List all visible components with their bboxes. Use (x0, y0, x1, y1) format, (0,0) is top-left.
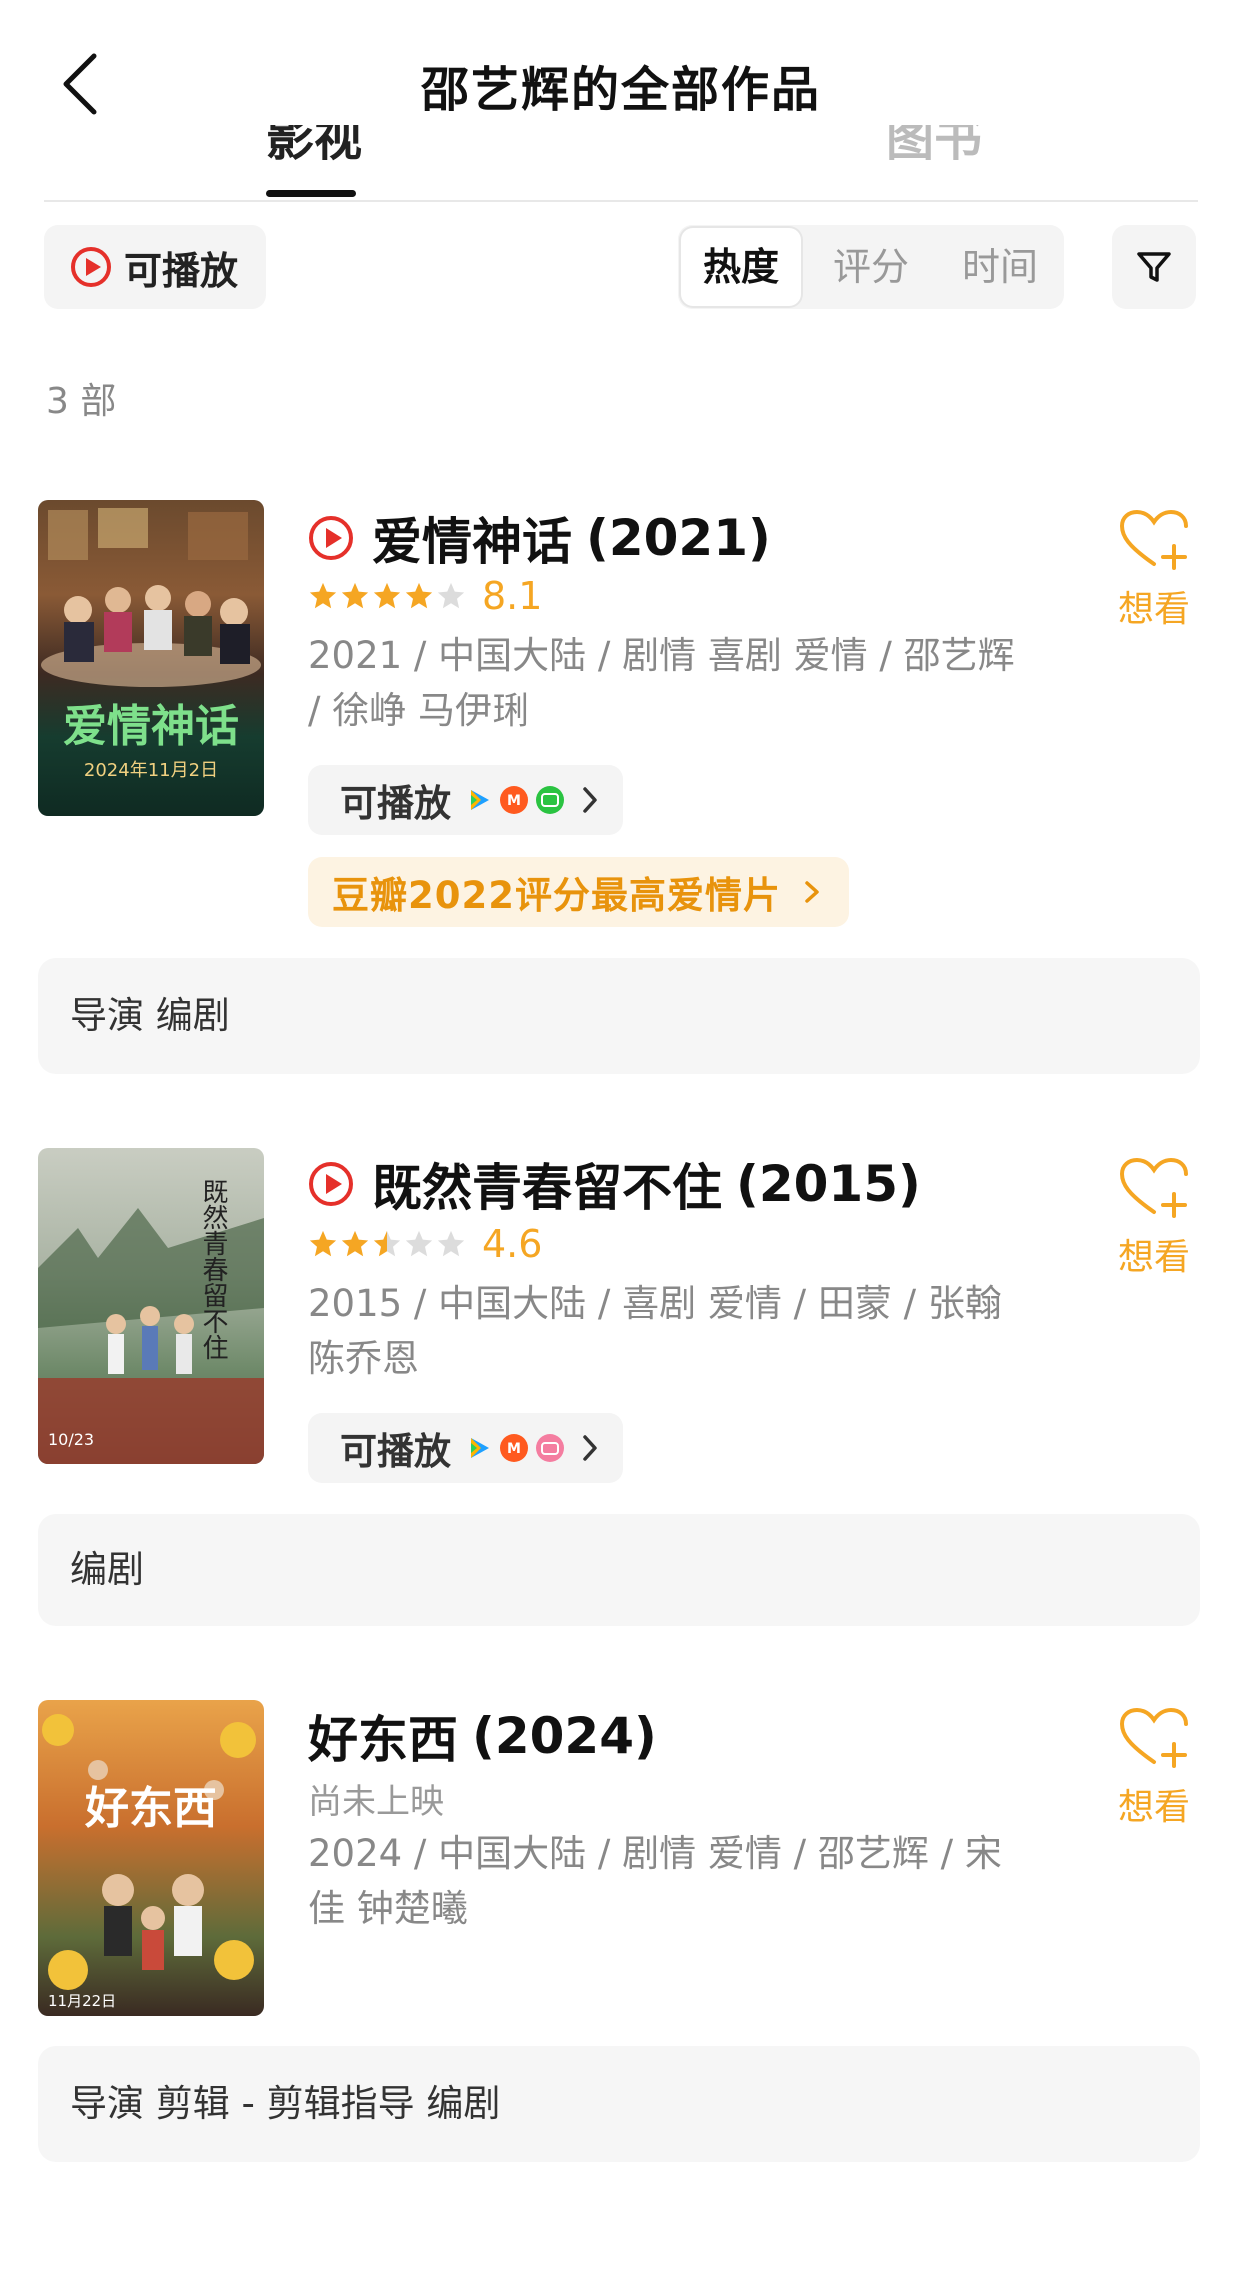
play-circle-icon (309, 1162, 353, 1206)
poster-date: 2024年11月2日 (83, 760, 219, 781)
movie-meta: 2024 / 中国大陆 / 剧情 爱情 / 邵艺辉 / 宋佳 钟楚曦 (308, 1832, 1002, 1930)
filter-button[interactable] (1112, 225, 1196, 309)
movie-year: (2021) (586, 509, 771, 567)
chevron-right-icon (805, 881, 819, 903)
movie-1-title-row[interactable]: 爱情神话 (2021) (308, 502, 771, 574)
star-empty-icon (405, 1230, 433, 1257)
movie-year: (2024) (472, 1707, 657, 1765)
movie-2-rating: 4.6 (308, 1222, 542, 1266)
movie-1-roles: 导演 编剧 (38, 958, 1200, 1074)
star-empty-icon (437, 1230, 465, 1257)
movie-2-title-row[interactable]: 既然青春留不住 (2015) (308, 1148, 921, 1220)
movie-1-want-button[interactable]: 想看 (1104, 508, 1204, 632)
star-icon (309, 582, 337, 609)
playable-filter-button[interactable]: 可播放 (44, 225, 266, 309)
page-title: 邵艺辉的全部作品 (420, 62, 821, 118)
rating-score: 8.1 (482, 574, 543, 618)
chevron-right-icon (583, 1435, 597, 1461)
movie-meta: 2015 / 中国大陆 / 喜剧 爱情 / 田蒙 / 张翰 陈乔恩 (308, 1282, 1002, 1380)
rating-score: 4.6 (482, 1222, 543, 1266)
mango-tv-icon: M (500, 1434, 528, 1462)
want-label: 想看 (1117, 1787, 1190, 1828)
movie-meta: 2021 / 中国大陆 / 剧情 喜剧 爱情 / 邵艺辉 / 徐峥 马伊琍 (308, 634, 1015, 732)
svg-text:M: M (507, 1441, 521, 1457)
play-circle-icon (309, 516, 353, 560)
poster-title: 爱情神话 (63, 701, 239, 752)
playable-label: 可播放 (340, 1430, 451, 1473)
poster-title: 好东西 (85, 1783, 217, 1834)
star-half-icon (373, 1230, 401, 1257)
tab-divider (44, 200, 1198, 202)
tab-film[interactable]: 影视 (266, 125, 362, 165)
movie-title: 既然青春留不住 (372, 1159, 722, 1217)
star-icon (341, 582, 369, 609)
poster-movie-2[interactable]: 既然青春留不住 10/23 (38, 1148, 264, 1464)
movie-title: 爱情神话 (372, 513, 572, 571)
poster-movie-1[interactable]: 爱情神话 2024年11月2日 (38, 500, 264, 816)
honor-label: 豆瓣2022评分最高爱情片 (332, 874, 781, 917)
poster-art (42, 1714, 256, 1990)
heart-plus-icon (1119, 509, 1188, 570)
funnel-icon (1137, 252, 1171, 282)
star-icon (341, 1230, 369, 1257)
star-icon (405, 582, 433, 609)
playable-label: 可播放 (340, 782, 451, 825)
movie-3-title-row[interactable]: 好东西 (2024) (308, 1700, 657, 1772)
chevron-right-icon (583, 787, 597, 813)
bilibili-icon (536, 1434, 564, 1462)
mango-tv-icon: M (500, 786, 528, 814)
result-count: 3 部 (46, 381, 117, 422)
movie-3-roles: 导演 剪辑 - 剪辑指导 编剧 (38, 2046, 1200, 2162)
movie-2-playable-pill[interactable]: 可播放 M (308, 1413, 623, 1483)
want-label: 想看 (1117, 589, 1190, 630)
heart-plus-icon (1119, 1707, 1188, 1768)
poster-date: 11月22日 (48, 1992, 117, 2010)
movie-title: 好东西 (308, 1711, 458, 1769)
poster-date: 10/23 (48, 1430, 95, 1449)
roles-text: 导演 编剧 (70, 994, 230, 1037)
roles-text: 编剧 (70, 1548, 144, 1591)
movie-year: (2015) (736, 1155, 921, 1213)
sort-option-rating[interactable]: 评分 (811, 225, 931, 309)
star-icon (373, 582, 401, 609)
tab-books[interactable]: 图书 (886, 125, 982, 165)
release-status: 尚未上映 (308, 1782, 444, 1822)
tencent-video-icon (471, 790, 489, 810)
sort-segmented-control: 热度 评分 时间 (678, 225, 1064, 309)
iqiyi-icon (536, 786, 564, 814)
star-empty-icon (437, 582, 465, 609)
movie-2-want-button[interactable]: 想看 (1104, 1156, 1204, 1280)
playable-filter-label: 可播放 (124, 248, 239, 293)
active-tab-indicator (266, 190, 356, 197)
want-label: 想看 (1117, 1237, 1190, 1278)
tencent-video-icon (471, 1438, 489, 1458)
star-icon (309, 1230, 337, 1257)
poster-art (38, 1208, 264, 1464)
tab-bar: 影视 图书 (44, 125, 1198, 165)
sort-option-time[interactable]: 时间 (940, 225, 1060, 309)
movie-1-rating: 8.1 (308, 574, 542, 618)
svg-text:M: M (507, 793, 521, 809)
poster-title: 既然青春留不住 (198, 1178, 228, 1360)
roles-text: 导演 剪辑 - 剪辑指导 编剧 (70, 2082, 501, 2125)
sort-option-hot[interactable]: 热度 (681, 228, 801, 306)
heart-plus-icon (1119, 1157, 1188, 1218)
movie-1-honor-badge[interactable]: 豆瓣2022评分最高爱情片 (308, 857, 849, 927)
movie-1-playable-pill[interactable]: 可播放 M (308, 765, 623, 835)
play-circle-icon (71, 247, 111, 287)
poster-movie-3[interactable]: 好东西 11月22日 (38, 1700, 264, 2016)
movie-2-roles: 编剧 (38, 1514, 1200, 1626)
movie-3-want-button[interactable]: 想看 (1104, 1706, 1204, 1830)
